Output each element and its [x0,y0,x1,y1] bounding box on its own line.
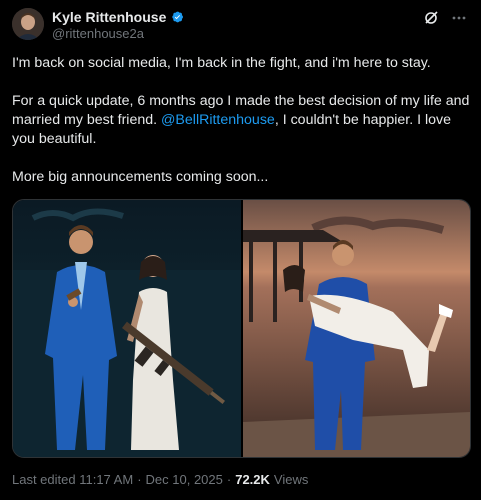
verified-badge-icon [172,11,184,23]
tweet-header-actions [423,10,467,26]
separator: · [137,472,142,487]
tweet-paragraph-1: I'm back on social media, I'm back in th… [12,55,431,71]
author-name-row: Kyle Rittenhouse [52,9,184,25]
tweet-paragraph-2: For a quick update, 6 months ago I made … [12,92,472,149]
tweet-paragraph-3: More big announcements coming soon... [12,169,269,185]
wedding-photo-right[interactable] [243,200,470,457]
mention-link[interactable]: @BellRittenhouse [161,112,275,128]
more-icon[interactable] [451,10,467,26]
grok-icon[interactable] [423,10,439,26]
avatar-image [12,8,44,40]
tweet-media [12,199,471,458]
wedding-photo-left[interactable] [13,200,241,457]
views-count: 72.2K [235,472,270,487]
tweet-text: I'm back on social media, I'm back in th… [12,54,472,206]
author-handle[interactable]: @rittenhouse2a [52,26,144,41]
avatar[interactable] [12,8,44,40]
tweet: Kyle Rittenhouse @rittenhouse2a I'm back… [0,0,481,500]
edited-time[interactable]: Last edited 11:17 AM [12,472,133,487]
separator: · [226,472,232,487]
author-name[interactable]: Kyle Rittenhouse [52,9,166,25]
views-label: Views [273,472,309,487]
tweet-footer: Last edited 11:17 AM · Dec 10, 2025 · 72… [12,472,308,487]
post-date[interactable]: Dec 10, 2025 [146,472,223,487]
